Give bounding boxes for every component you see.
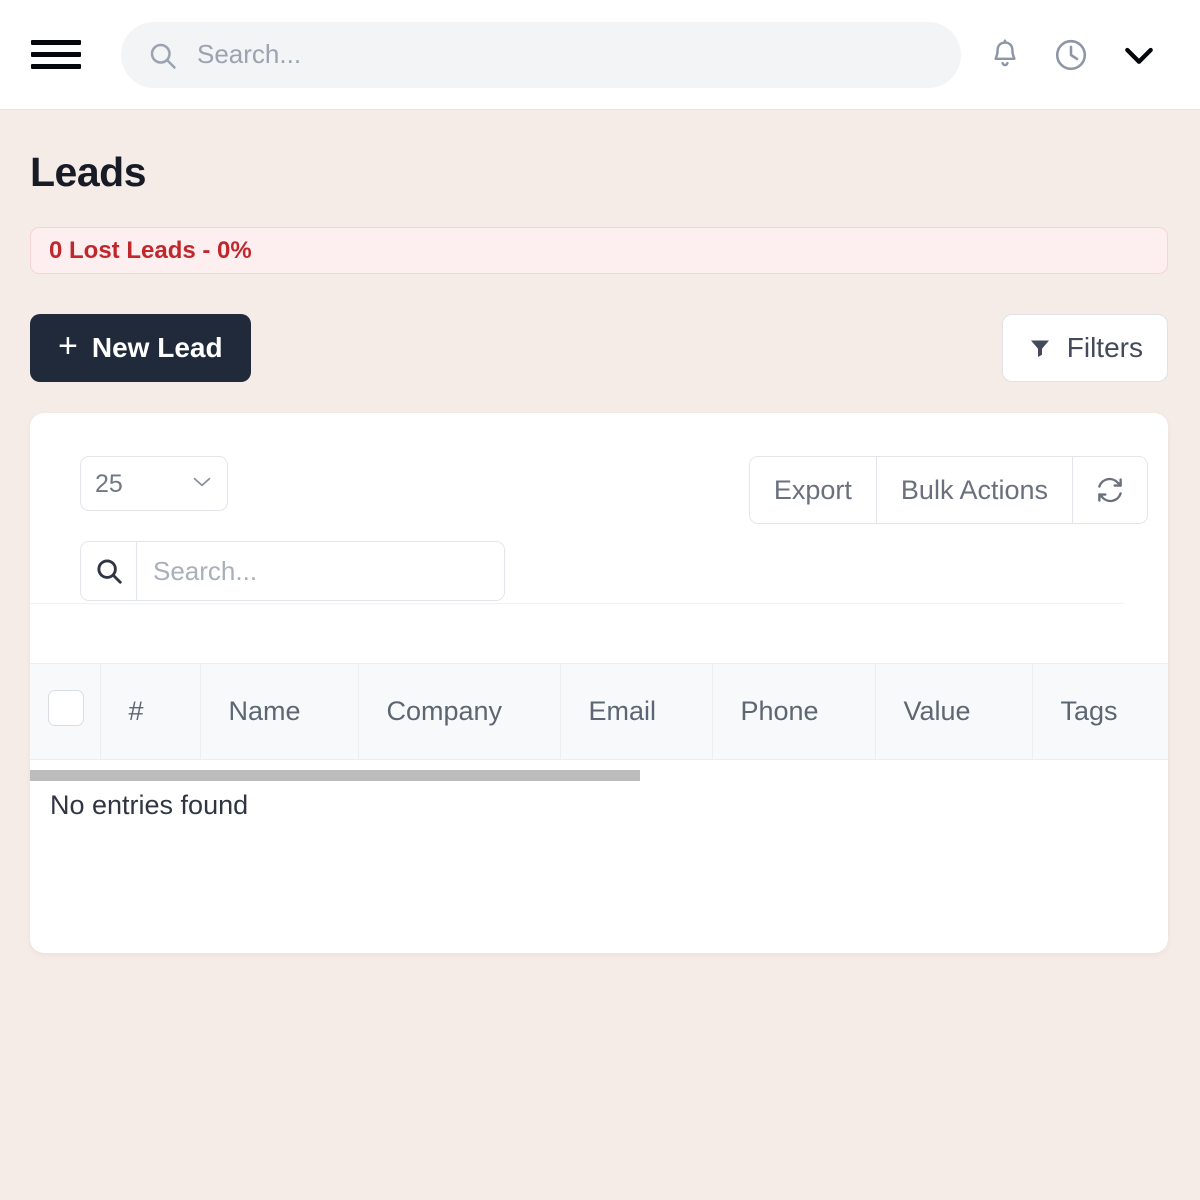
leads-table: # Name Company Email Phone Value Tags No… — [30, 663, 1168, 856]
column-header-phone[interactable]: Phone — [712, 663, 876, 760]
page-action-row: + New Lead Filters — [30, 314, 1168, 382]
refresh-icon — [1098, 477, 1122, 503]
column-header-number[interactable]: # — [100, 663, 201, 760]
new-lead-button-label: New Lead — [91, 332, 223, 363]
select-all-header-cell — [30, 663, 101, 760]
search-icon — [96, 559, 122, 584]
table-action-button-group: Export Bulk Actions — [748, 456, 1148, 524]
hamburger-bar — [31, 40, 81, 45]
table-search-group — [80, 541, 505, 601]
page-title: Leads — [30, 149, 147, 195]
account-menu-button[interactable] — [1115, 33, 1163, 77]
page-length-select-wrapper: 25 — [80, 456, 228, 511]
bell-icon — [994, 38, 1016, 66]
global-search-input[interactable] — [195, 38, 935, 71]
leads-table-head: # Name Company Email Phone Value Tags — [30, 663, 1168, 760]
leads-card: 25 Export Bulk Actions Search... # Name … — [30, 413, 1168, 953]
refresh-button[interactable] — [1073, 457, 1147, 523]
page-content: Leads 0 Lost Leads - 0% + New Lead Filte… — [0, 110, 1200, 953]
search-icon — [150, 43, 176, 69]
notifications-button[interactable] — [983, 33, 1027, 77]
table-search-input[interactable] — [137, 542, 504, 600]
lost-leads-alert-text: 0 Lost Leads - 0% — [49, 236, 252, 264]
column-header-email[interactable]: Email — [560, 663, 713, 760]
funnel-icon — [1030, 340, 1049, 357]
filters-button[interactable]: Filters — [1001, 314, 1168, 382]
navbar-icon-group — [983, 33, 1163, 77]
table-toolbar: 25 Export Bulk Actions — [30, 413, 1168, 524]
table-header-row: # Name Company Email Phone Value Tags — [30, 663, 1168, 760]
history-button[interactable] — [1049, 33, 1093, 77]
column-header-company[interactable]: Company — [358, 663, 561, 760]
column-header-tags[interactable]: Tags — [1032, 663, 1168, 760]
lost-leads-alert: 0 Lost Leads - 0% — [30, 227, 1168, 274]
chevron-down-icon — [1125, 47, 1153, 64]
horizontal-scrollbar-thumb[interactable] — [30, 770, 640, 781]
leads-table-scroll-container[interactable]: # Name Company Email Phone Value Tags No… — [30, 663, 1168, 856]
new-lead-button[interactable]: + New Lead — [30, 314, 251, 382]
horizontal-scrollbar[interactable] — [30, 770, 1124, 781]
table-search-button[interactable] — [81, 542, 137, 600]
hamburger-menu-icon[interactable] — [30, 29, 82, 81]
bulk-actions-button[interactable]: Bulk Actions — [876, 457, 1073, 523]
filters-button-label: Filters — [1066, 332, 1143, 363]
export-button[interactable]: Export — [749, 457, 877, 523]
clock-icon — [1055, 39, 1087, 70]
global-search-box[interactable] — [121, 21, 961, 88]
top-navbar — [0, 0, 1200, 110]
page-length-select[interactable]: 25 — [80, 456, 228, 511]
select-all-checkbox[interactable] — [48, 690, 84, 726]
column-header-value[interactable]: Value — [875, 663, 1033, 760]
hamburger-bar — [31, 52, 81, 57]
column-header-name[interactable]: Name — [200, 663, 359, 760]
plus-icon: + — [58, 327, 78, 365]
toolbar-divider — [30, 603, 1124, 604]
hamburger-bar — [31, 64, 81, 69]
